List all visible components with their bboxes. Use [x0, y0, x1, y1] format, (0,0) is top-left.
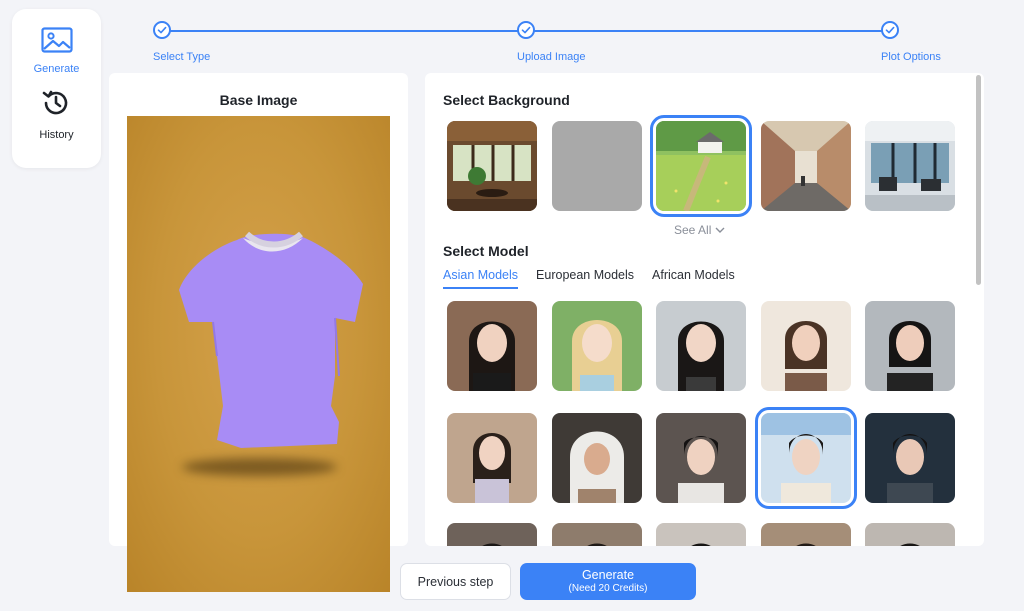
step-label-select-type: Select Type: [153, 51, 211, 63]
nav-history[interactable]: History: [39, 87, 74, 141]
stepper: Select Type Upload Image Plot Options: [0, 0, 1024, 70]
select-model-title: Select Model: [443, 243, 529, 259]
see-all-label: See All: [674, 223, 712, 237]
background-thumb-cafe[interactable]: [447, 121, 537, 211]
check-icon: [157, 26, 167, 34]
step-label-plot-options: Plot Options: [881, 51, 941, 63]
shirt-shadow: [182, 458, 337, 476]
generate-button[interactable]: Generate (Need 20 Credits): [520, 563, 696, 600]
generate-credits-label: (Need 20 Credits): [568, 583, 648, 594]
model-thumb[interactable]: [656, 523, 746, 546]
tab-european-models[interactable]: European Models: [536, 268, 634, 289]
background-thumb-meadow[interactable]: [650, 115, 752, 217]
model-tabs: Asian Models European Models African Mod…: [443, 268, 735, 289]
model-thumb[interactable]: [656, 301, 746, 391]
model-thumb[interactable]: [552, 413, 642, 503]
model-thumb[interactable]: [656, 413, 746, 503]
base-image-title: Base Image: [219, 92, 298, 108]
options-scrollbar[interactable]: [976, 75, 981, 285]
model-thumb[interactable]: [447, 523, 537, 546]
model-thumb[interactable]: [865, 523, 955, 546]
tab-asian-models[interactable]: Asian Models: [443, 268, 519, 289]
model-thumb[interactable]: [447, 301, 537, 391]
step-upload-image[interactable]: [517, 21, 535, 39]
tshirt-image: [179, 231, 363, 448]
tab-african-models[interactable]: African Models: [652, 268, 735, 289]
nav-history-label: History: [39, 129, 74, 141]
previous-step-button[interactable]: Previous step: [400, 563, 511, 600]
model-thumb[interactable]: [761, 523, 851, 546]
page: Generate History Select Type Upload Imag…: [0, 0, 1024, 611]
see-all-link[interactable]: See All: [674, 223, 725, 237]
background-thumb-street[interactable]: [761, 121, 851, 211]
chevron-down-icon: [715, 227, 725, 233]
base-image: [127, 116, 390, 592]
check-icon: [885, 26, 895, 34]
model-thumb-selected[interactable]: [755, 407, 857, 509]
model-thumb[interactable]: [865, 413, 955, 503]
options-panel: Select Background See All Select Model A…: [425, 73, 984, 546]
check-icon: [521, 26, 531, 34]
background-thumb-gym[interactable]: [865, 121, 955, 211]
step-label-upload-image: Upload Image: [517, 51, 586, 63]
select-background-title: Select Background: [443, 92, 570, 108]
background-thumb-gray[interactable]: [552, 121, 642, 211]
model-thumb[interactable]: [761, 301, 851, 391]
model-thumb[interactable]: [447, 413, 537, 503]
history-icon: [40, 87, 72, 124]
model-thumb[interactable]: [552, 523, 642, 546]
model-thumb[interactable]: [552, 301, 642, 391]
step-plot-options[interactable]: [881, 21, 899, 39]
model-thumb[interactable]: [865, 301, 955, 391]
step-select-type[interactable]: [153, 21, 171, 39]
generate-button-label: Generate: [581, 568, 635, 582]
